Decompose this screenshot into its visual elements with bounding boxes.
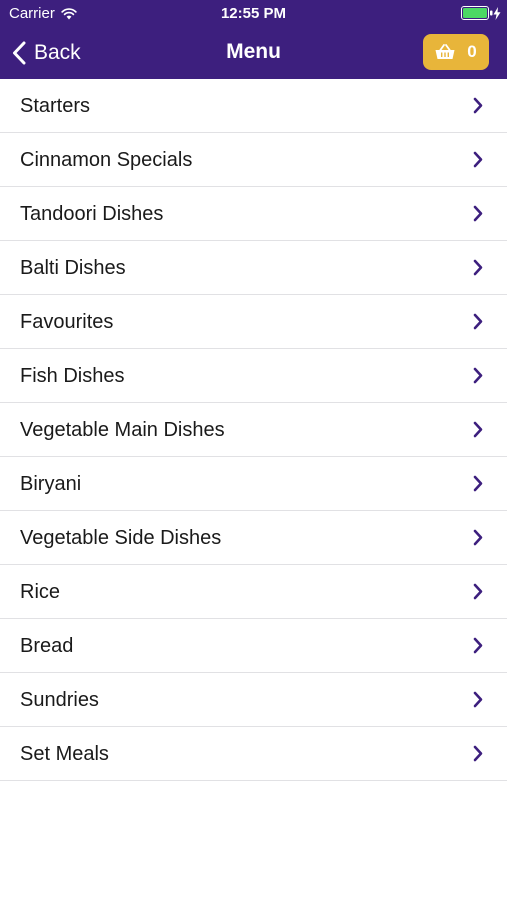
menu-item[interactable]: Biryani — [0, 457, 507, 511]
menu-item[interactable]: Vegetable Side Dishes — [0, 511, 507, 565]
menu-item[interactable]: Vegetable Main Dishes — [0, 403, 507, 457]
chevron-right-icon — [473, 259, 483, 276]
status-bar: Carrier 12:55 PM — [0, 0, 507, 28]
menu-item-label: Vegetable Side Dishes — [20, 527, 222, 549]
chevron-right-icon — [473, 151, 483, 168]
menu-item-label: Sundries — [20, 689, 99, 711]
menu-item-label: Bread — [20, 635, 74, 657]
menu-item[interactable]: Tandoori Dishes — [0, 187, 507, 241]
chevron-right-icon — [473, 313, 483, 330]
menu-item-label: Balti Dishes — [20, 257, 126, 279]
chevron-right-icon — [473, 421, 483, 438]
menu-screen: Carrier 12:55 PM Back Menu 0 Starters Ci… — [0, 0, 507, 900]
charging-bolt-icon — [493, 6, 501, 20]
basket-button[interactable]: 0 — [423, 34, 489, 70]
menu-item-label: Fish Dishes — [20, 365, 125, 387]
menu-item[interactable]: Sundries — [0, 673, 507, 727]
menu-item[interactable]: Rice — [0, 565, 507, 619]
menu-item-label: Cinnamon Specials — [20, 149, 193, 171]
chevron-right-icon — [473, 205, 483, 222]
menu-item[interactable]: Cinnamon Specials — [0, 133, 507, 187]
menu-item[interactable]: Set Meals — [0, 727, 507, 781]
chevron-right-icon — [473, 637, 483, 654]
chevron-right-icon — [473, 97, 483, 114]
chevron-right-icon — [473, 367, 483, 384]
menu-item[interactable]: Favourites — [0, 295, 507, 349]
chevron-right-icon — [473, 691, 483, 708]
menu-item[interactable]: Balti Dishes — [0, 241, 507, 295]
chevron-right-icon — [473, 475, 483, 492]
menu-item-label: Tandoori Dishes — [20, 203, 164, 225]
chevron-right-icon — [473, 745, 483, 762]
menu-item-label: Vegetable Main Dishes — [20, 419, 225, 441]
header: Carrier 12:55 PM Back Menu 0 — [0, 0, 507, 79]
battery-icon — [461, 6, 493, 20]
menu-list: Starters Cinnamon Specials Tandoori Dishes… — [0, 79, 507, 781]
battery-indicator — [461, 6, 501, 20]
chevron-right-icon — [473, 529, 483, 546]
menu-item[interactable]: Starters — [0, 79, 507, 133]
basket-icon — [435, 44, 455, 59]
menu-item-label: Starters — [20, 95, 91, 117]
menu-item[interactable]: Bread — [0, 619, 507, 673]
status-time: 12:55 PM — [220, 5, 287, 22]
menu-item-label: Favourites — [20, 311, 114, 333]
chevron-right-icon — [473, 583, 483, 600]
basket-count: 0 — [467, 42, 477, 61]
menu-item-label: Set Meals — [20, 743, 109, 765]
menu-item-label: Biryani — [20, 473, 82, 495]
menu-item-label: Rice — [20, 581, 61, 603]
menu-item[interactable]: Fish Dishes — [0, 349, 507, 403]
nav-bar: Back Menu 0 — [0, 28, 507, 79]
